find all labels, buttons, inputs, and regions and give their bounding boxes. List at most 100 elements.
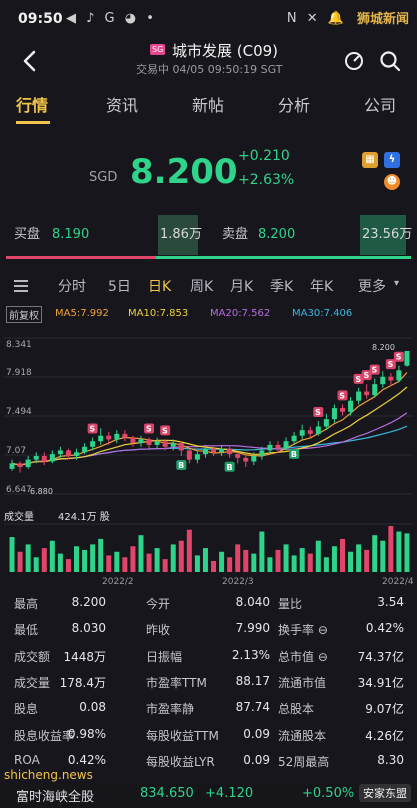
candle-body (154, 441, 160, 445)
tab-news[interactable]: 资讯 (106, 92, 138, 116)
notification-icons: ◀ ♪ G ◕ • (66, 11, 157, 26)
volume-bar (178, 540, 184, 572)
volume-bar (267, 557, 273, 572)
candle-body (267, 444, 273, 451)
candle-body (25, 459, 31, 468)
candle-body (146, 439, 152, 445)
volume-bar (315, 540, 321, 572)
candle-body (106, 435, 112, 440)
x-tick-label: 2022/3 (222, 577, 254, 587)
stat-label: 总市值 ⊖ (278, 649, 328, 664)
ma-lines (11, 372, 408, 466)
volume-bar (202, 548, 208, 572)
candles (9, 350, 410, 473)
signal-text: S (388, 360, 394, 369)
tab-daily-k[interactable]: 日K (148, 276, 171, 296)
tab-analysis[interactable]: 分析 (278, 92, 310, 116)
tab-posts[interactable]: 新帖 (192, 92, 224, 116)
grid-icon[interactable]: ▦ (362, 152, 378, 168)
stat-label: 每股收益LYR (146, 754, 215, 769)
y-tick-label: 7.494 (6, 407, 32, 417)
candle-body (364, 391, 370, 396)
tab-quarterly-k[interactable]: 季K (270, 276, 293, 296)
system-icons: N ✕ 🔔 (286, 11, 347, 26)
stat-label: 成交量 (14, 675, 51, 690)
volume-bar (388, 526, 394, 572)
volume-bar (114, 551, 120, 572)
market-badge: SG (150, 44, 166, 55)
candle-body (315, 426, 321, 434)
signal-text: S (146, 425, 152, 434)
lightning-icon[interactable]: ϟ (384, 152, 400, 168)
stat-value: 8.200 (71, 595, 106, 609)
tab-5day[interactable]: 5日 (108, 276, 131, 296)
smile-icon[interactable]: ☻ (384, 174, 400, 190)
tab-more[interactable]: 更多 (358, 276, 386, 296)
chart-settings-icon[interactable] (12, 278, 30, 294)
volume-bars (9, 526, 410, 572)
signal-text: S (89, 425, 95, 434)
volume-bar (380, 540, 386, 572)
kline-chart[interactable]: S S SB BBSSS SSSS 8.3417.9187.4947.076.647 8… (0, 326, 417, 588)
back-icon[interactable] (18, 48, 42, 74)
candle-body (380, 376, 386, 385)
volume-bar (82, 549, 88, 572)
candle-body (211, 448, 217, 453)
stock-name: 城市发展 (C09) (172, 42, 279, 60)
tab-intraday[interactable]: 分时 (58, 276, 86, 296)
status-bar: 09:50 ◀ ♪ G ◕ • N ✕ 🔔 狮城新闻 (0, 0, 417, 40)
volume-bar (17, 551, 23, 572)
trade-status: 交易中 04/05 09:50:19 SGT (136, 63, 283, 76)
chevron-down-icon[interactable]: ▾ (394, 278, 399, 289)
candle-body (275, 444, 281, 449)
bid-ratio-bar (6, 256, 156, 259)
ma20-value: MA20:7.562 (210, 308, 271, 319)
tab-weekly-k[interactable]: 周K (190, 276, 213, 296)
stat-label: 股息收益率 (14, 728, 75, 743)
volume-bar (25, 544, 31, 572)
candle-body (162, 441, 168, 447)
volume-bar (396, 531, 402, 572)
y-tick-label: 6.647 (6, 485, 32, 495)
candle-body (130, 437, 136, 444)
candle-body (235, 454, 241, 458)
volume-bar (194, 555, 200, 572)
candle-body (186, 450, 192, 460)
stat-label: 量比 (278, 597, 303, 611)
candle-body (122, 433, 128, 438)
volume-bar (154, 548, 160, 572)
stat-label: 每股收益TTM (146, 728, 219, 743)
volume-bar (170, 544, 176, 572)
watermark-url: shicheng.news (4, 768, 93, 782)
candle-body (138, 439, 144, 444)
refresh-icon[interactable] (343, 50, 365, 72)
volume-bar (339, 538, 345, 572)
ma20-line (11, 412, 408, 466)
search-icon[interactable] (379, 50, 401, 72)
signal-text: B (178, 461, 184, 470)
stat-label: 最低 (14, 623, 39, 638)
y-tick-label: 7.918 (6, 368, 32, 378)
x-tick-label: 2022/2 (102, 577, 134, 587)
candle-body (251, 455, 257, 462)
volume-bar (283, 544, 289, 572)
volume-label: 成交量 (4, 510, 34, 523)
x-axis-labels: 2022/2 2022/3 2022/4 (102, 577, 414, 587)
currency-label: SGD (89, 170, 118, 185)
tab-monthly-k[interactable]: 月K (230, 276, 253, 296)
order-book: 买盘 8.190 1.86万 卖盘 8.200 23.56万 (0, 215, 417, 255)
index-ticker[interactable]: 富时海峡全股 834.650 +4.120 +0.50% (0, 782, 417, 808)
tab-company[interactable]: 公司 (364, 92, 396, 116)
candle-body (243, 457, 249, 462)
candle-body (202, 448, 208, 455)
candle-body (339, 408, 345, 412)
stat-value: 74.37亿 (357, 649, 404, 664)
candle-body (299, 430, 305, 436)
price-adjust-toggle[interactable]: 前复权 (6, 306, 42, 323)
candle-body (331, 408, 337, 420)
y-axis-labels: 8.341 7.918 7.494 7.07 6.647 (6, 340, 32, 495)
tab-quote[interactable]: 行情 (16, 92, 48, 116)
candle-body (82, 446, 88, 453)
volume-bar (372, 535, 378, 572)
tab-yearly-k[interactable]: 年K (310, 276, 333, 296)
